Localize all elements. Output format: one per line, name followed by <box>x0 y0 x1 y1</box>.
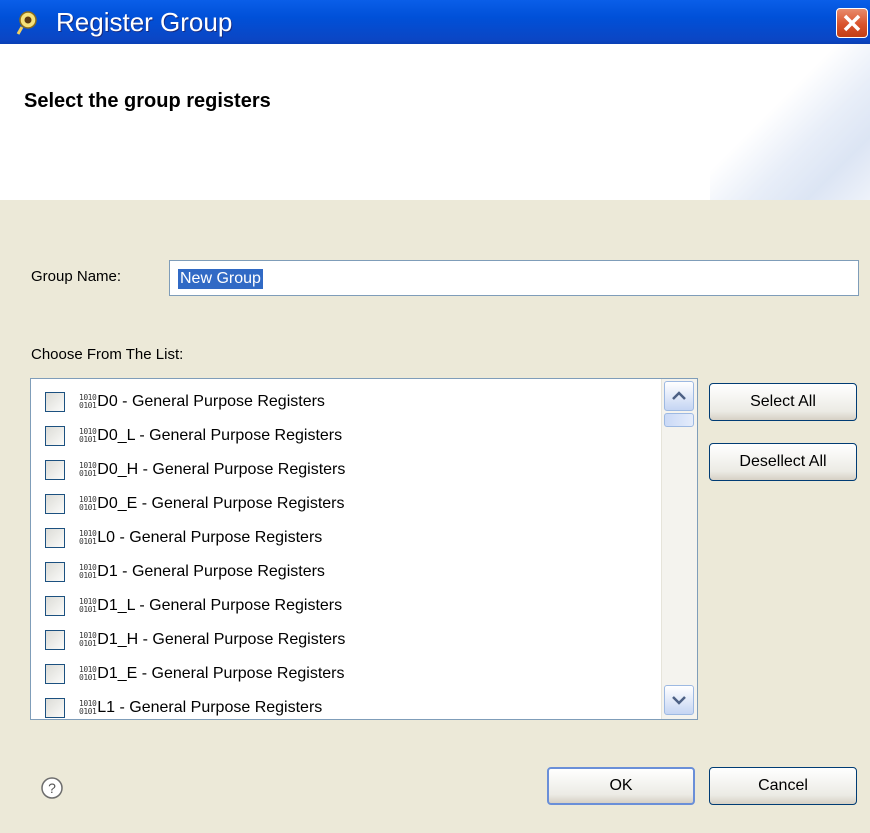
item-checkbox[interactable] <box>45 596 65 616</box>
item-label: L0 - General Purpose Registers <box>97 529 323 546</box>
register-icon: 1010 0101 <box>79 393 97 410</box>
header-banner: Select the group registers <box>0 44 870 200</box>
close-icon <box>843 14 861 32</box>
item-label: D1_L - General Purpose Registers <box>97 597 343 614</box>
page-title: Select the group registers <box>24 90 271 112</box>
list-item[interactable]: 1010 0101 D1 - General Purpose Registers <box>45 555 325 589</box>
register-group-icon <box>16 10 44 36</box>
item-checkbox[interactable] <box>45 460 65 480</box>
window-title: Register Group <box>56 7 233 37</box>
list-scrollbar[interactable] <box>661 379 697 719</box>
register-icon: 1010 0101 <box>79 461 97 478</box>
item-label: D1 - General Purpose Registers <box>97 563 325 580</box>
item-checkbox[interactable] <box>45 528 65 548</box>
help-icon[interactable]: ? <box>40 776 64 800</box>
register-icon: 1010 0101 <box>79 563 97 580</box>
title-bar[interactable]: Register Group <box>0 0 870 44</box>
group-name-value: New Group <box>178 269 263 289</box>
list-item[interactable]: 1010 0101 D0_H - General Purpose Registers <box>45 453 345 487</box>
register-icon: 1010 0101 <box>79 495 97 512</box>
register-icon: 1010 0101 <box>79 427 97 444</box>
item-checkbox[interactable] <box>45 392 65 412</box>
banner-decoration <box>710 44 870 200</box>
select-all-button[interactable]: Select All <box>709 383 857 421</box>
item-label: L1 - General Purpose Registers <box>97 699 323 716</box>
list-item[interactable]: 1010 0101 L1 - General Purpose Registers <box>45 691 323 719</box>
scroll-thumb[interactable] <box>664 413 694 427</box>
register-icon: 1010 0101 <box>79 665 97 682</box>
item-label: D1_H - General Purpose Registers <box>97 631 346 648</box>
list-item[interactable]: 1010 0101 D0_L - General Purpose Registers <box>45 419 342 453</box>
scroll-up-icon <box>672 391 686 400</box>
ok-button[interactable]: OK <box>547 767 695 805</box>
list-item[interactable]: 1010 0101 D0 - General Purpose Registers <box>45 385 325 419</box>
group-name-label: Group Name: <box>31 268 122 285</box>
group-name-field[interactable]: New Group <box>169 260 859 296</box>
item-label: D1_E - General Purpose Registers <box>97 665 345 682</box>
cancel-button[interactable]: Cancel <box>709 767 857 805</box>
list-item[interactable]: 1010 0101 D0_E - General Purpose Registers <box>45 487 345 521</box>
list-item[interactable]: 1010 0101 D1_E - General Purpose Registers <box>45 657 345 691</box>
item-checkbox[interactable] <box>45 562 65 582</box>
item-checkbox[interactable] <box>45 664 65 684</box>
item-checkbox[interactable] <box>45 698 65 718</box>
scroll-up-button[interactable] <box>664 381 694 411</box>
list-label: Choose From The List: <box>31 346 184 363</box>
register-group-dialog: Register Group Select the group register… <box>0 0 870 833</box>
deselect-all-button[interactable]: Desellect All <box>709 443 857 481</box>
register-icon: 1010 0101 <box>79 529 97 546</box>
list-item[interactable]: 1010 0101 D1_H - General Purpose Registers <box>45 623 345 657</box>
scroll-down-icon <box>672 696 686 705</box>
item-checkbox[interactable] <box>45 494 65 514</box>
register-icon: 1010 0101 <box>79 597 97 614</box>
register-icon: 1010 0101 <box>79 699 97 716</box>
svg-text:?: ? <box>48 780 56 796</box>
item-label: D0_E - General Purpose Registers <box>97 495 345 512</box>
list-item[interactable]: 1010 0101 L0 - General Purpose Registers <box>45 521 322 555</box>
item-checkbox[interactable] <box>45 630 65 650</box>
register-list[interactable]: 1010 0101 D0 - General Purpose Registers 10… <box>30 378 698 720</box>
list-item[interactable]: 1010 0101 D1_L - General Purpose Registers <box>45 589 342 623</box>
register-icon: 1010 0101 <box>79 631 97 648</box>
scroll-down-button[interactable] <box>664 685 694 715</box>
item-label: D0_L - General Purpose Registers <box>97 427 343 444</box>
item-checkbox[interactable] <box>45 426 65 446</box>
item-label: D0 - General Purpose Registers <box>97 393 325 410</box>
item-label: D0_H - General Purpose Registers <box>97 461 346 478</box>
close-button[interactable] <box>836 8 868 38</box>
